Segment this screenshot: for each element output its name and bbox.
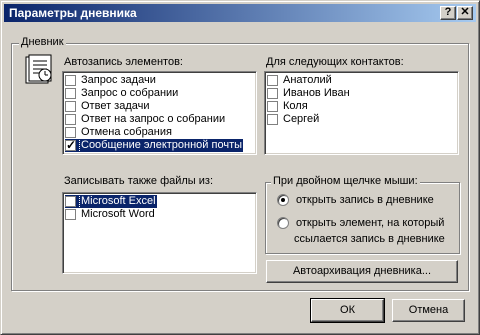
list-item[interactable]: Сообщение электронной почты: [65, 138, 245, 153]
checkbox[interactable]: [267, 88, 278, 99]
list-item-label: Сообщение электронной почты: [78, 138, 245, 153]
journal-book-icon: [25, 54, 52, 84]
list-item[interactable]: Microsoft Word: [65, 208, 156, 221]
autorecord-list[interactable]: Запрос задачи Запрос о собрании Ответ зада…: [62, 71, 257, 155]
checkbox[interactable]: [65, 127, 76, 138]
open-journal-entry-label[interactable]: открыть запись в дневнике: [296, 194, 434, 206]
checkbox[interactable]: [65, 75, 76, 86]
list-item[interactable]: Анатолий: [267, 74, 333, 87]
checkbox[interactable]: [65, 196, 76, 207]
checkbox[interactable]: [65, 101, 76, 112]
list-item[interactable]: Иванов Иван: [267, 87, 351, 100]
list-item[interactable]: Ответ задачи: [65, 100, 151, 113]
list-item-label: Ответ на запрос о собрании: [81, 113, 226, 125]
title-bar[interactable]: Параметры дневника ? ✕: [4, 4, 476, 22]
doubleclick-group-label: При двойном щелчке мыши:: [271, 175, 420, 187]
list-item[interactable]: Коля: [267, 100, 309, 113]
list-item-label: Анатолий: [283, 74, 332, 86]
checkbox[interactable]: [267, 114, 278, 125]
list-item-label: Ответ задачи: [81, 100, 150, 112]
open-item-radio[interactable]: [277, 217, 289, 229]
ok-button[interactable]: ОК: [310, 298, 385, 323]
autoarchive-button[interactable]: Автоархивация дневника...: [266, 260, 458, 283]
open-item-label-line2[interactable]: ссылается запись в дневнике: [294, 233, 445, 245]
window-title: Параметры дневника: [9, 6, 137, 20]
checkbox[interactable]: [267, 75, 278, 86]
contacts-list[interactable]: Анатолий Иванов Иван Коля Сергей: [264, 71, 459, 155]
help-button[interactable]: ?: [440, 6, 456, 20]
list-item-label: Сергей: [283, 113, 320, 125]
dialog-window: Параметры дневника ? ✕ Дневник Автозапис…: [0, 0, 480, 335]
files-label: Записывать также файлы из:: [64, 175, 214, 187]
list-item[interactable]: Ответ на запрос о собрании: [65, 113, 226, 126]
list-item[interactable]: Сергей: [267, 113, 320, 126]
checkbox[interactable]: [65, 88, 76, 99]
list-item-label: Запрос задачи: [81, 74, 156, 86]
close-button[interactable]: ✕: [457, 6, 473, 20]
checkbox[interactable]: [65, 138, 76, 152]
list-item-label: Microsoft Word: [81, 208, 155, 220]
list-item-label: Microsoft Excel: [79, 194, 158, 209]
list-item[interactable]: Отмена собрания: [65, 126, 173, 139]
list-item[interactable]: Запрос о собрании: [65, 87, 179, 100]
checkbox[interactable]: [267, 101, 278, 112]
list-item-label: Иванов Иван: [283, 87, 350, 99]
files-list[interactable]: Microsoft Excel Microsoft Word: [62, 192, 257, 274]
cancel-button[interactable]: Отмена: [392, 299, 465, 322]
list-item[interactable]: Запрос задачи: [65, 74, 157, 87]
journal-group-label: Дневник: [19, 36, 66, 48]
open-journal-entry-radio[interactable]: [277, 194, 289, 206]
list-item-label: Коля: [283, 100, 308, 112]
checkbox[interactable]: [65, 114, 76, 125]
checkbox[interactable]: [65, 209, 76, 220]
autorecord-label: Автозапись элементов:: [64, 56, 183, 68]
list-item[interactable]: Microsoft Excel: [65, 194, 158, 209]
contacts-label: Для следующих контактов:: [266, 56, 404, 68]
list-item-label: Запрос о собрании: [81, 87, 179, 99]
open-item-label-line1[interactable]: открыть элемент, на который: [296, 217, 444, 229]
list-item-label: Отмена собрания: [81, 126, 172, 138]
